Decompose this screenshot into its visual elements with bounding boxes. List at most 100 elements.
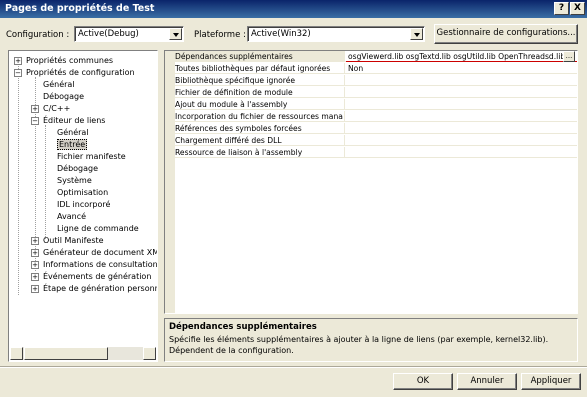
property-row-embed-managed-resource[interactable]: Incorporation du fichier de ressources m… — [165, 111, 577, 122]
property-row-assembly-link-resource[interactable]: Ressource de liaison à l'assembly — [165, 147, 577, 158]
tree-item-label: Optimisation — [57, 188, 109, 197]
tree-item-label: Événements de génération — [43, 272, 152, 281]
tree-item-label: Débogage — [43, 92, 85, 101]
edit-ellipsis-button[interactable]: ... — [563, 51, 575, 62]
tree-item-label: Débogage — [57, 164, 99, 173]
tree-item-browse-information[interactable]: + Informations de consultation — [31, 259, 158, 271]
tree-item-custom-build-step[interactable]: + Étape de génération personn — [31, 283, 157, 295]
property-name: Incorporation du fichier de ressources m… — [175, 111, 345, 122]
property-row-ignore-all-default-libs[interactable]: Toutes bibliothèques par défaut ignorées… — [165, 63, 577, 74]
property-row-module-definition-file[interactable]: Fichier de définition de module — [165, 87, 577, 98]
property-value-input[interactable]: osgViewerd.lib osgTextd.lib osgUtild.lib… — [346, 51, 577, 62]
property-value[interactable] — [346, 87, 577, 98]
close-button[interactable]: X — [570, 2, 585, 15]
tree-item-linker[interactable]: − Éditeur de liens — [31, 115, 105, 127]
property-value[interactable] — [346, 111, 577, 122]
chevron-down-icon[interactable] — [169, 28, 182, 40]
property-name: Ajout du module à l'assembly — [175, 99, 345, 110]
tree-item-configuration-properties[interactable]: − Propriétés de configuration — [14, 67, 135, 79]
scroll-right-icon[interactable] — [143, 347, 156, 360]
tree-item-label: Ligne de commande — [57, 224, 139, 233]
tree-item-linker-debugging[interactable]: Débogage — [57, 163, 98, 175]
property-value[interactable] — [346, 147, 577, 158]
description-title: Dépendances supplémentaires — [169, 322, 317, 332]
tree-item-label: Informations de consultation — [43, 260, 158, 269]
title-bar: Pages de propriétés de Test ? X — [0, 0, 587, 18]
configuration-value: Active(Debug) — [78, 29, 139, 39]
tree-item-label: Général — [43, 80, 75, 89]
configuration-manager-button[interactable]: Gestionnaire de configurations... — [434, 24, 578, 44]
tree-item-linker-input[interactable]: Entrée — [57, 139, 88, 151]
property-value[interactable] — [346, 123, 577, 134]
expand-icon[interactable]: + — [31, 237, 39, 245]
help-button[interactable]: ? — [554, 2, 569, 15]
property-name: Références des symboles forcées — [175, 123, 345, 134]
tree-item-common-properties[interactable]: + Propriétés communes — [14, 55, 113, 67]
property-name: Toutes bibliothèques par défaut ignorées — [175, 63, 345, 74]
property-row-ignore-specific-lib[interactable]: Bibliothèque spécifique ignorée — [165, 75, 577, 86]
platform-select[interactable]: Active(Win32) — [247, 26, 425, 42]
property-value[interactable] — [346, 135, 577, 146]
configuration-label: Configuration : — [6, 30, 70, 40]
chevron-down-icon[interactable] — [410, 28, 423, 40]
apply-button[interactable]: Appliquer — [521, 373, 581, 390]
tree-item-manifest-tool[interactable]: + Outil Manifeste — [31, 235, 104, 247]
collapse-icon[interactable]: − — [14, 69, 22, 77]
expand-icon[interactable]: + — [31, 261, 39, 269]
tree-item-label: C/C++ — [43, 104, 71, 113]
tree-item-label: Fichier manifeste — [57, 152, 126, 161]
expand-icon[interactable]: + — [31, 249, 39, 257]
ok-button[interactable]: OK — [393, 373, 453, 390]
tree-item-label: Entrée — [57, 139, 88, 150]
tree-item-advanced[interactable]: Avancé — [57, 211, 86, 223]
property-row-additional-dependencies[interactable]: Dépendances supplémentaires osgViewerd.l… — [165, 51, 577, 62]
expand-icon[interactable]: + — [31, 273, 39, 281]
collapse-icon[interactable]: − — [31, 117, 39, 125]
tree-item-cpp[interactable]: + C/C++ — [31, 103, 70, 115]
property-grid[interactable]: Dépendances supplémentaires osgViewerd.l… — [164, 50, 578, 314]
property-row-force-symbol-references[interactable]: Références des symboles forcées — [165, 123, 577, 134]
tree-item-label: Général — [57, 128, 89, 137]
scroll-left-icon[interactable] — [10, 347, 23, 360]
property-value[interactable] — [346, 99, 577, 110]
tree-item-embedded-idl[interactable]: IDL incorporé — [57, 199, 110, 211]
tree-item-label: Générateur de document XM — [43, 248, 158, 257]
expand-icon[interactable]: + — [31, 105, 39, 113]
tree-item-linker-general[interactable]: Général — [57, 127, 89, 139]
property-name: Ressource de liaison à l'assembly — [175, 147, 345, 158]
window-title: Pages de propriétés de Test — [5, 3, 155, 14]
scroll-thumb[interactable] — [24, 347, 108, 360]
tree-item-build-events[interactable]: + Événements de génération — [31, 271, 151, 283]
expand-icon[interactable]: + — [31, 285, 39, 293]
configuration-select[interactable]: Active(Debug) — [74, 26, 184, 42]
cancel-button[interactable]: Annuler — [457, 373, 517, 390]
tree-item-label: Outil Manifeste — [43, 236, 104, 245]
tree-item-debugging[interactable]: Débogage — [43, 91, 84, 103]
tree-item-label: IDL incorporé — [57, 200, 111, 209]
property-tree[interactable]: + Propriétés communes − Propriétés de co… — [8, 50, 158, 362]
platform-label: Plateforme : — [194, 30, 246, 40]
property-row-delay-loaded-dlls[interactable]: Chargement différé des DLL — [165, 135, 577, 146]
property-name: Chargement différé des DLL — [175, 135, 345, 146]
tree-item-general[interactable]: Général — [43, 79, 75, 91]
property-value[interactable]: Non — [346, 63, 577, 74]
tree-item-label: Système — [57, 176, 92, 185]
tree-item-optimization[interactable]: Optimisation — [57, 187, 108, 199]
property-name: Fichier de définition de module — [175, 87, 345, 98]
expand-icon[interactable]: + — [14, 57, 22, 65]
tree-item-manifest-file[interactable]: Fichier manifeste — [57, 151, 126, 163]
tree-line — [45, 125, 46, 239]
platform-value: Active(Win32) — [251, 29, 311, 39]
tree-item-label: Avancé — [57, 212, 87, 221]
tree-horizontal-scrollbar[interactable] — [10, 347, 156, 360]
description-panel: Dépendances supplémentaires Spécifie les… — [164, 318, 578, 362]
tree-item-label: Propriétés de configuration — [26, 68, 135, 77]
property-name: Bibliothèque spécifique ignorée — [175, 75, 345, 86]
tree-item-command-line[interactable]: Ligne de commande — [57, 223, 139, 235]
tree-item-label: Propriétés communes — [26, 56, 114, 65]
property-row-add-module-to-assembly[interactable]: Ajout du module à l'assembly — [165, 99, 577, 110]
property-value[interactable] — [346, 75, 577, 86]
tree-item-xml-doc-generator[interactable]: + Générateur de document XM — [31, 247, 158, 259]
tree-item-system[interactable]: Système — [57, 175, 92, 187]
tree-item-label: Éditeur de liens — [43, 116, 106, 125]
